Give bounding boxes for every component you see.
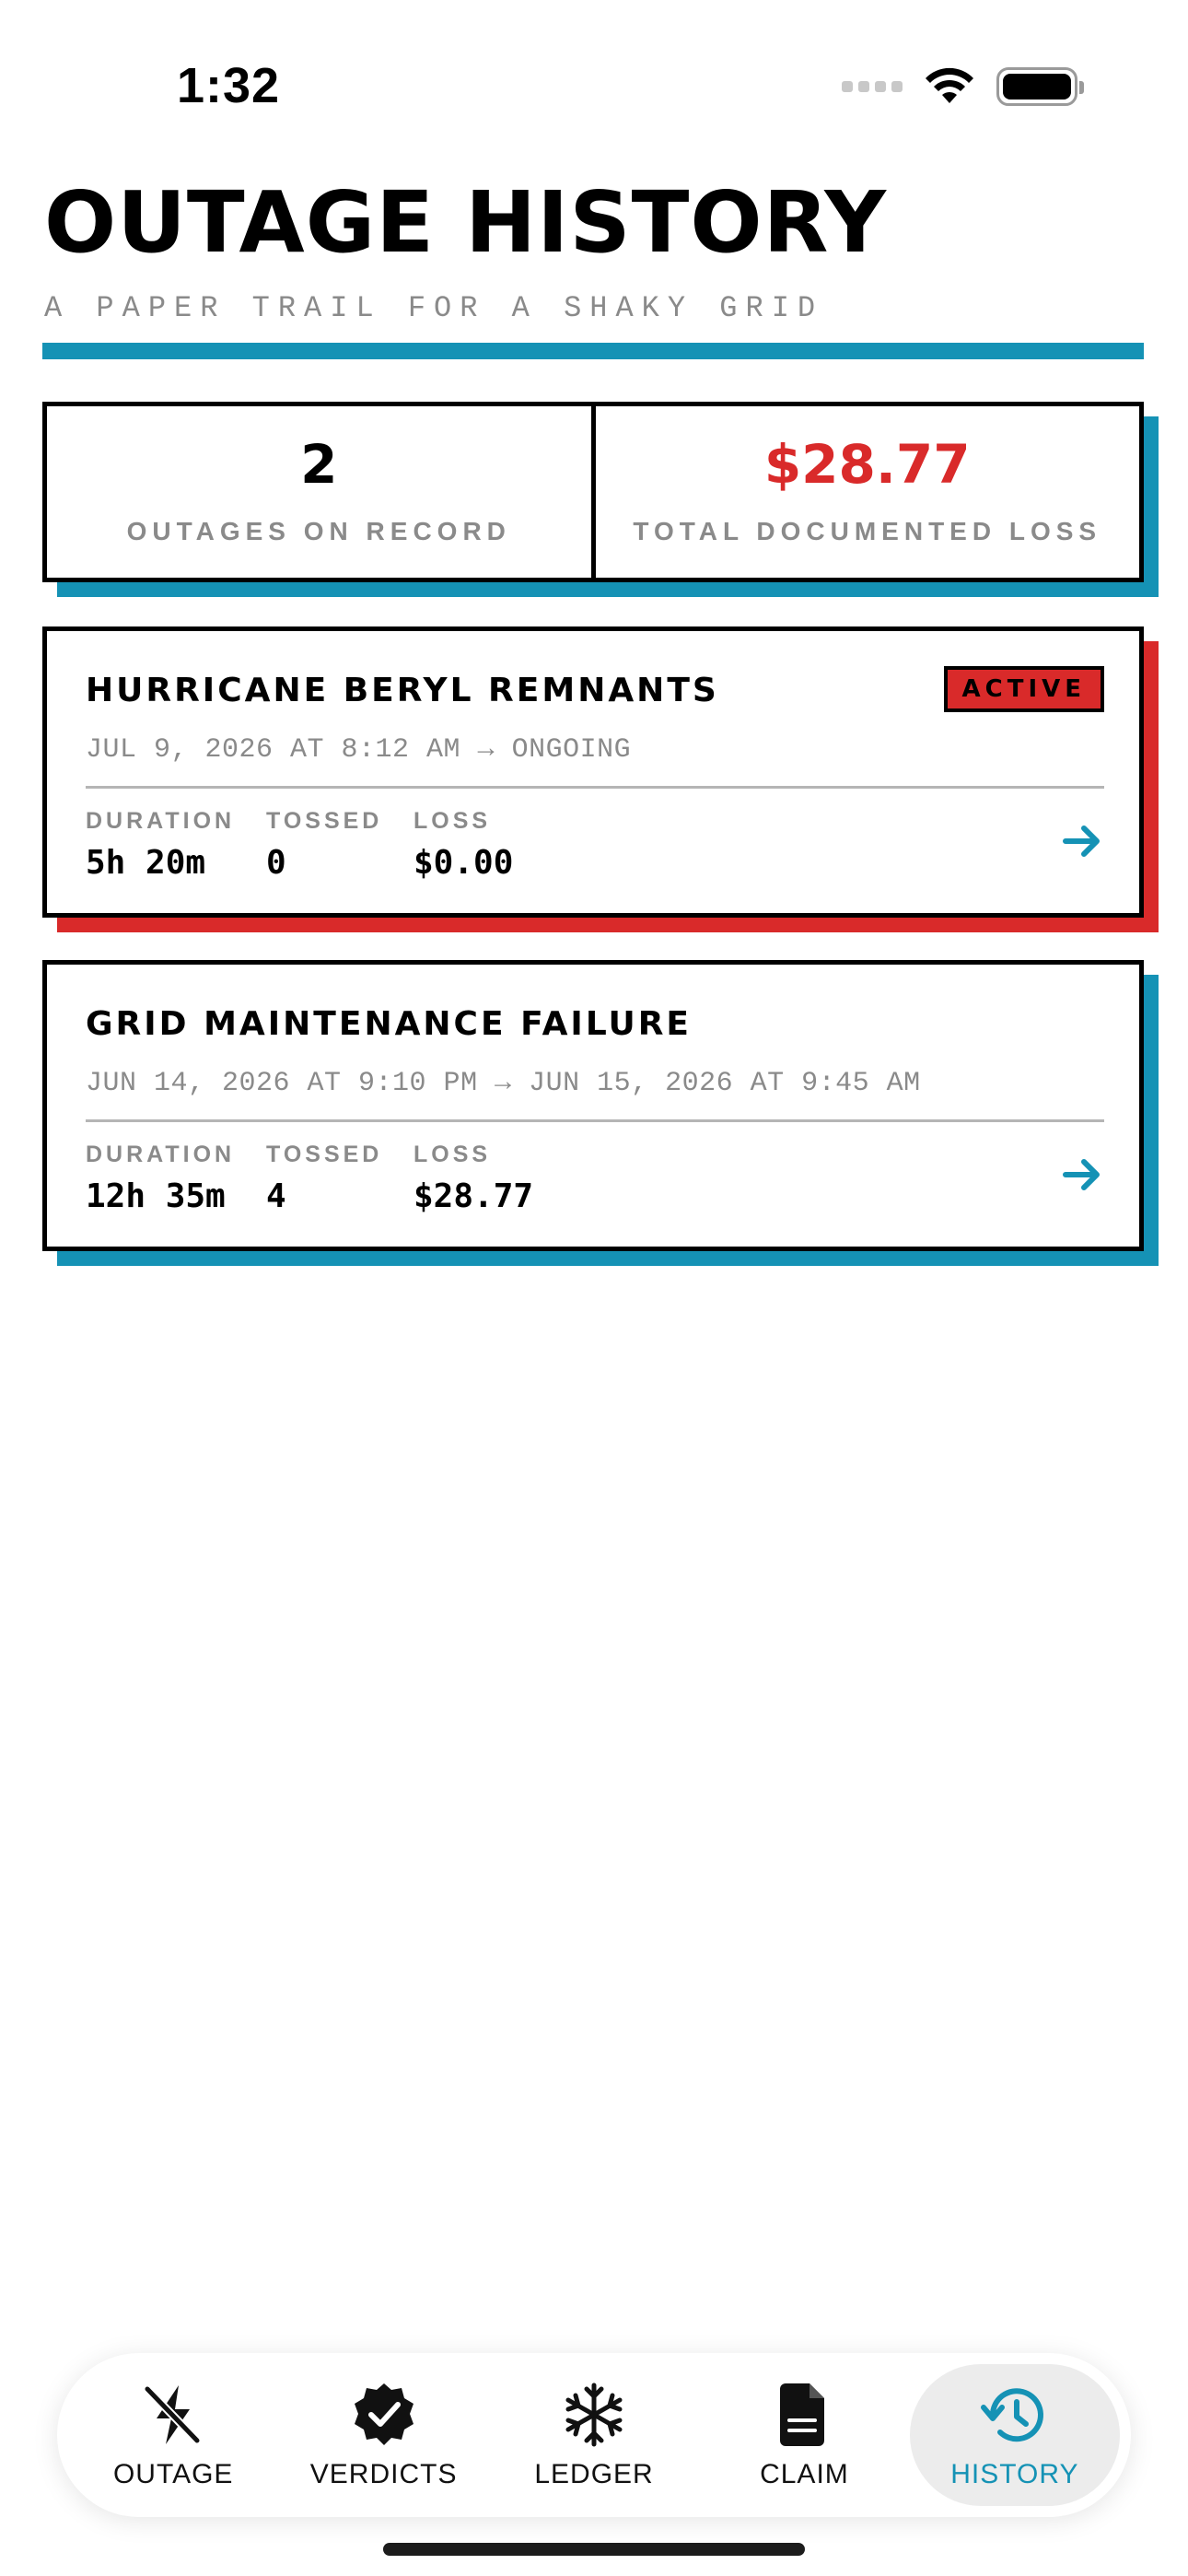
tab-label: OUTAGE	[112, 2459, 234, 2489]
duration-value: 5h 20m	[86, 844, 206, 882]
tab-label: CLAIM	[760, 2459, 849, 2489]
tossed-label: TOSSED	[266, 1142, 383, 1167]
loss-metric: LOSS $0.00	[413, 808, 513, 882]
document-icon	[780, 2383, 825, 2446]
total-loss-value: $28.77	[763, 433, 971, 496]
outage-title: HURRICANE BERYL REMNANTS	[86, 672, 719, 709]
tab-label: LEDGER	[534, 2459, 654, 2489]
tab-verdicts[interactable]: VERDICTS	[278, 2364, 488, 2506]
outage-title: GRID MAINTENANCE FAILURE	[86, 1005, 693, 1043]
active-status-badge: ACTIVE	[943, 666, 1104, 712]
cellular-signal-icon	[842, 81, 903, 92]
home-indicator[interactable]	[383, 2543, 805, 2556]
title-divider	[42, 343, 1144, 359]
arrow-right-icon[interactable]	[1060, 819, 1104, 863]
tab-label: HISTORY	[950, 2459, 1079, 2489]
outage-count-value: 2	[300, 433, 338, 496]
outage-card[interactable]: GRID MAINTENANCE FAILURE JUN 14, 2026 AT…	[42, 960, 1159, 1266]
tossed-value: 4	[266, 1177, 286, 1215]
status-time: 1:32	[177, 58, 281, 113]
duration-value: 12h 35m	[86, 1177, 226, 1215]
total-loss-stat: $28.77 TOTAL DOCUMENTED LOSS	[590, 406, 1140, 578]
card-divider	[86, 786, 1104, 789]
loss-label: LOSS	[413, 808, 492, 834]
wifi-icon	[926, 67, 973, 103]
duration-label: DURATION	[86, 1142, 236, 1167]
arrow-right-icon[interactable]	[1060, 1153, 1104, 1197]
loss-value: $28.77	[413, 1177, 534, 1215]
status-icons	[842, 64, 1084, 109]
outage-count-label: OUTAGES ON RECORD	[126, 517, 511, 545]
battery-icon	[996, 67, 1084, 106]
outage-dates: JUL 9, 2026 AT 8:12 AM → ONGOING	[86, 734, 632, 766]
snowflake-icon	[565, 2383, 623, 2447]
tossed-metric: TOSSED 4	[266, 1142, 382, 1215]
outage-card[interactable]: HURRICANE BERYL REMNANTS ACTIVE JUL 9, 2…	[42, 626, 1159, 932]
tossed-metric: TOSSED 0	[266, 808, 382, 882]
stats-panel: 2 OUTAGES ON RECORD $28.77 TOTAL DOCUMEN…	[42, 402, 1159, 597]
outage-count-stat: 2 OUTAGES ON RECORD	[47, 406, 591, 578]
tossed-label: TOSSED	[266, 808, 383, 834]
loss-label: LOSS	[413, 1142, 492, 1167]
duration-metric: DURATION 5h 20m	[86, 808, 235, 882]
tossed-value: 0	[266, 844, 286, 882]
loss-value: $0.00	[413, 844, 514, 882]
checkmark-seal-icon	[354, 2383, 413, 2445]
duration-metric: DURATION 12h 35m	[86, 1142, 235, 1215]
page-subtitle: A PAPER TRAIL FOR A SHAKY GRID	[44, 291, 824, 325]
tab-label: VERDICTS	[309, 2459, 458, 2489]
card-divider	[86, 1119, 1104, 1122]
total-loss-label: TOTAL DOCUMENTED LOSS	[633, 517, 1102, 545]
duration-label: DURATION	[86, 808, 236, 834]
bolt-slash-icon	[144, 2385, 201, 2444]
tab-history[interactable]: HISTORY	[909, 2364, 1121, 2506]
outage-dates: JUN 14, 2026 AT 9:10 PM → JUN 15, 2026 A…	[86, 1068, 921, 1099]
page-title: OUTAGE HISTORY	[44, 173, 887, 272]
tab-claim[interactable]: CLAIM	[699, 2364, 909, 2506]
tab-bar: OUTAGE VERDICTS LEDGER CLAIM HISTORY	[57, 2353, 1131, 2517]
loss-metric: LOSS $28.77	[413, 1142, 533, 1215]
history-clock-icon	[980, 2388, 1043, 2442]
tab-outage[interactable]: OUTAGE	[68, 2364, 278, 2506]
tab-ledger[interactable]: LEDGER	[489, 2364, 699, 2506]
